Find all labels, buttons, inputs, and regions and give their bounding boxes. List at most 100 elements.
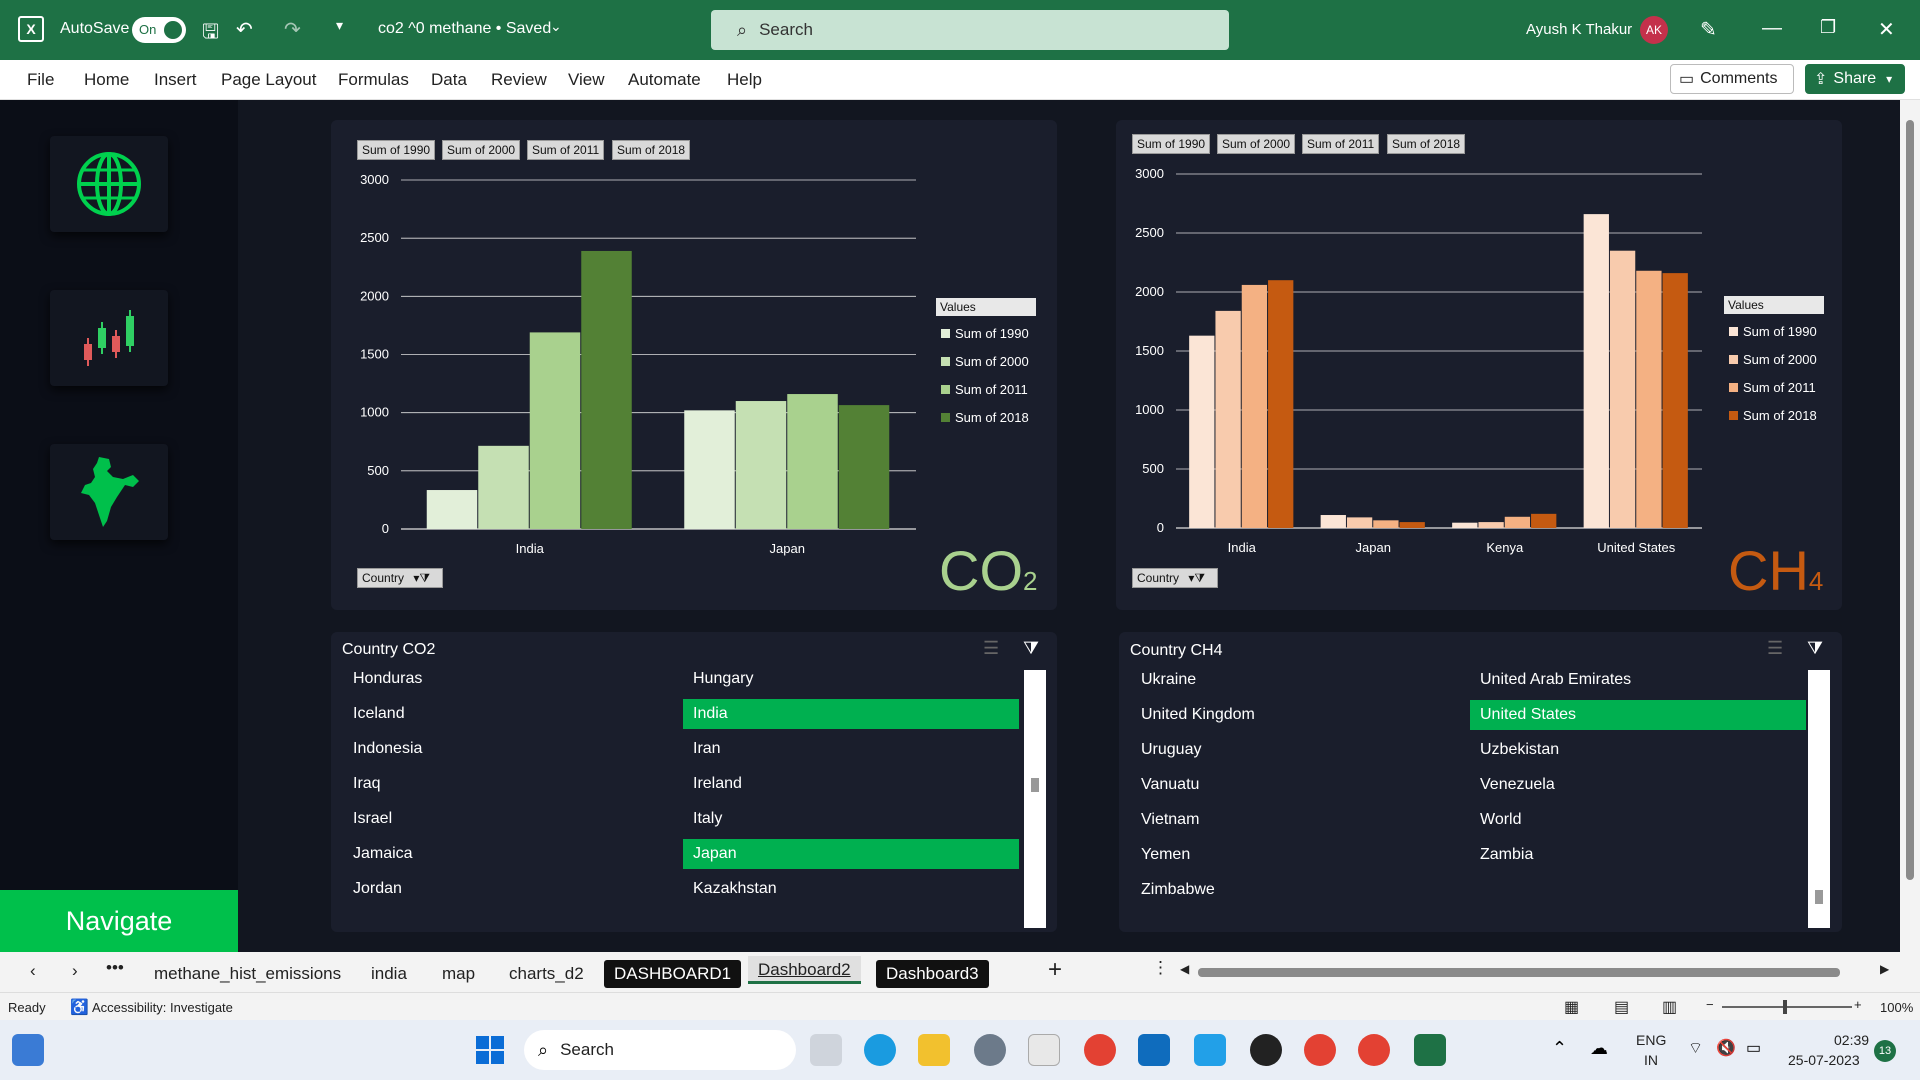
slicer-scrollbar[interactable] [1808,670,1830,928]
file-explorer-icon[interactable] [918,1034,950,1066]
vertical-scroll-thumb[interactable] [1906,120,1914,880]
slicer-item[interactable]: Jordan [343,874,679,904]
slicer-item[interactable]: Uruguay [1131,735,1467,765]
hscroll-left-icon[interactable]: ◀ [1180,962,1189,976]
slicer-item[interactable]: Iraq [343,769,679,799]
ch4-country-filter-button[interactable]: Country ▾⧩ [1132,568,1218,588]
avatar[interactable]: AK [1640,16,1668,44]
taskbar-search[interactable]: ⌕ Search [524,1030,796,1070]
share-button[interactable]: ⇪ Share ▾ [1805,64,1905,94]
xbox-icon[interactable] [1250,1034,1282,1066]
tray-chevron-up-icon[interactable]: ⌃ [1552,1038,1567,1059]
add-sheet-icon[interactable]: + [1048,956,1062,984]
slicer-item[interactable]: Vanuatu [1131,770,1467,800]
outlook-icon[interactable] [1138,1034,1170,1066]
chevron-left-icon[interactable]: ‹ [30,961,36,981]
volume-muted-icon[interactable]: 🔇 [1716,1038,1736,1058]
sheet-tab-methane[interactable]: methane_hist_emissions [144,960,351,988]
more-sheets-icon[interactable]: ••• [106,958,124,978]
share-chevron-down-icon[interactable]: ▾ [1886,72,1892,86]
accessibility-status[interactable]: Accessibility: Investigate [92,1000,233,1015]
tab-home[interactable]: Home [84,70,129,90]
excel-taskbar-icon[interactable] [1414,1034,1446,1066]
widgets-icon[interactable] [12,1034,44,1066]
save-icon[interactable]: 🖫 [202,17,219,51]
undo-icon[interactable]: ↶ [236,17,253,42]
clock-time[interactable]: 02:39 [1834,1032,1869,1048]
co2-country-filter-button[interactable]: Country ▾⧩ [357,568,443,588]
sheet-tab-map[interactable]: map [432,960,485,988]
slicer-item[interactable]: Israel [343,804,679,834]
slicer-item[interactable]: Italy [683,804,1019,834]
multi-select-icon[interactable]: ☰ [1767,638,1783,659]
tab-view[interactable]: View [568,70,605,90]
slicer-item[interactable]: Jamaica [343,839,679,869]
chrome-profile-2-icon[interactable] [1358,1034,1390,1066]
comments-button[interactable]: ▭ Comments [1670,64,1794,94]
sheet-tab-dashboard2[interactable]: Dashboard2 [748,956,861,984]
normal-view-icon[interactable]: ▦ [1564,997,1579,1017]
sheet-tab-dashboard3[interactable]: Dashboard3 [876,960,989,988]
zoom-slider[interactable] [1722,1000,1852,1014]
nav-tile-globe[interactable] [50,136,168,232]
slicer-item[interactable]: Indonesia [343,734,679,764]
task-view-icon[interactable] [810,1034,842,1066]
page-break-view-icon[interactable]: ▥ [1662,997,1677,1017]
zoom-level[interactable]: 100% [1880,1000,1913,1015]
slicer-item[interactable]: Honduras [343,664,679,694]
sheet-tab-india[interactable]: india [361,960,417,988]
chrome-profile-icon[interactable] [1304,1034,1336,1066]
user-name[interactable]: Ayush K Thakur [1526,21,1632,38]
slicer-item[interactable]: Yemen [1131,840,1467,870]
close-icon[interactable]: ✕ [1878,17,1895,42]
slicer-item[interactable]: Zimbabwe [1131,875,1467,905]
tab-formulas[interactable]: Formulas [338,70,409,90]
slicer-item[interactable]: Uzbekistan [1470,735,1806,765]
zoom-slider-thumb[interactable] [1783,1000,1787,1014]
slicer-item[interactable]: United States [1470,700,1806,730]
customize-toolbar-icon[interactable]: ▾ [336,17,343,34]
clock-date[interactable]: 25-07-2023 [1788,1052,1860,1068]
scrollbar-thumb[interactable] [1815,890,1823,904]
document-title[interactable]: co2 ^0 methane • Saved [378,20,551,38]
slicer-item[interactable]: Zambia [1470,840,1806,870]
notification-badge[interactable]: 13 [1874,1040,1896,1062]
co2-chart-panel[interactable]: Sum of 1990 Sum of 2000 Sum of 2011 Sum … [331,120,1057,610]
slicer-item[interactable]: Ukraine [1131,665,1467,695]
redo-icon[interactable]: ↷ [284,17,301,42]
page-layout-view-icon[interactable]: ▤ [1614,997,1629,1017]
search-box[interactable]: ⌕ Search [711,10,1229,50]
language-line-2[interactable]: IN [1644,1052,1658,1068]
sheet-tab-charts-d2[interactable]: charts_d2 [499,960,594,988]
nav-tile-candlestick[interactable] [50,290,168,386]
tab-review[interactable]: Review [491,70,547,90]
more-options-icon[interactable]: ⋮ [1152,958,1169,978]
slicer-item[interactable]: Ireland [683,769,1019,799]
battery-icon[interactable]: ▭ [1746,1038,1761,1058]
slicer-item[interactable]: Iceland [343,699,679,729]
clear-filter-icon[interactable]: ⧩ [1023,638,1039,659]
chevron-right-icon[interactable]: › [72,961,78,981]
slicer-item[interactable]: United Kingdom [1131,700,1467,730]
tab-page-layout[interactable]: Page Layout [221,70,316,90]
title-chevron-down-icon[interactable]: ⌄ [550,18,562,35]
tab-insert[interactable]: Insert [154,70,197,90]
tab-file[interactable]: File [27,70,54,90]
start-icon[interactable] [474,1034,506,1066]
restore-icon[interactable]: ❐ [1820,17,1836,38]
edge-icon[interactable] [864,1034,896,1066]
ch4-chart-panel[interactable]: Sum of 1990 Sum of 2000 Sum of 2011 Sum … [1116,120,1842,610]
chrome-icon[interactable] [1084,1034,1116,1066]
nav-tile-india-map[interactable] [50,444,168,540]
slicer-item[interactable]: United Arab Emirates [1470,665,1806,695]
zoom-out-icon[interactable]: − [1706,997,1714,1012]
zoom-in-icon[interactable]: + [1854,997,1862,1012]
vertical-scrollbar[interactable] [1900,100,1920,952]
navigate-button[interactable]: Navigate [0,890,238,952]
autosave-toggle[interactable]: On [132,17,186,43]
horizontal-scroll-thumb[interactable] [1198,968,1840,977]
excel-app-icon[interactable]: X [18,16,44,42]
onedrive-icon[interactable]: ☁ [1590,1038,1608,1059]
slicer-item[interactable]: Vietnam [1131,805,1467,835]
slicer-item[interactable]: Kazakhstan [683,874,1019,904]
